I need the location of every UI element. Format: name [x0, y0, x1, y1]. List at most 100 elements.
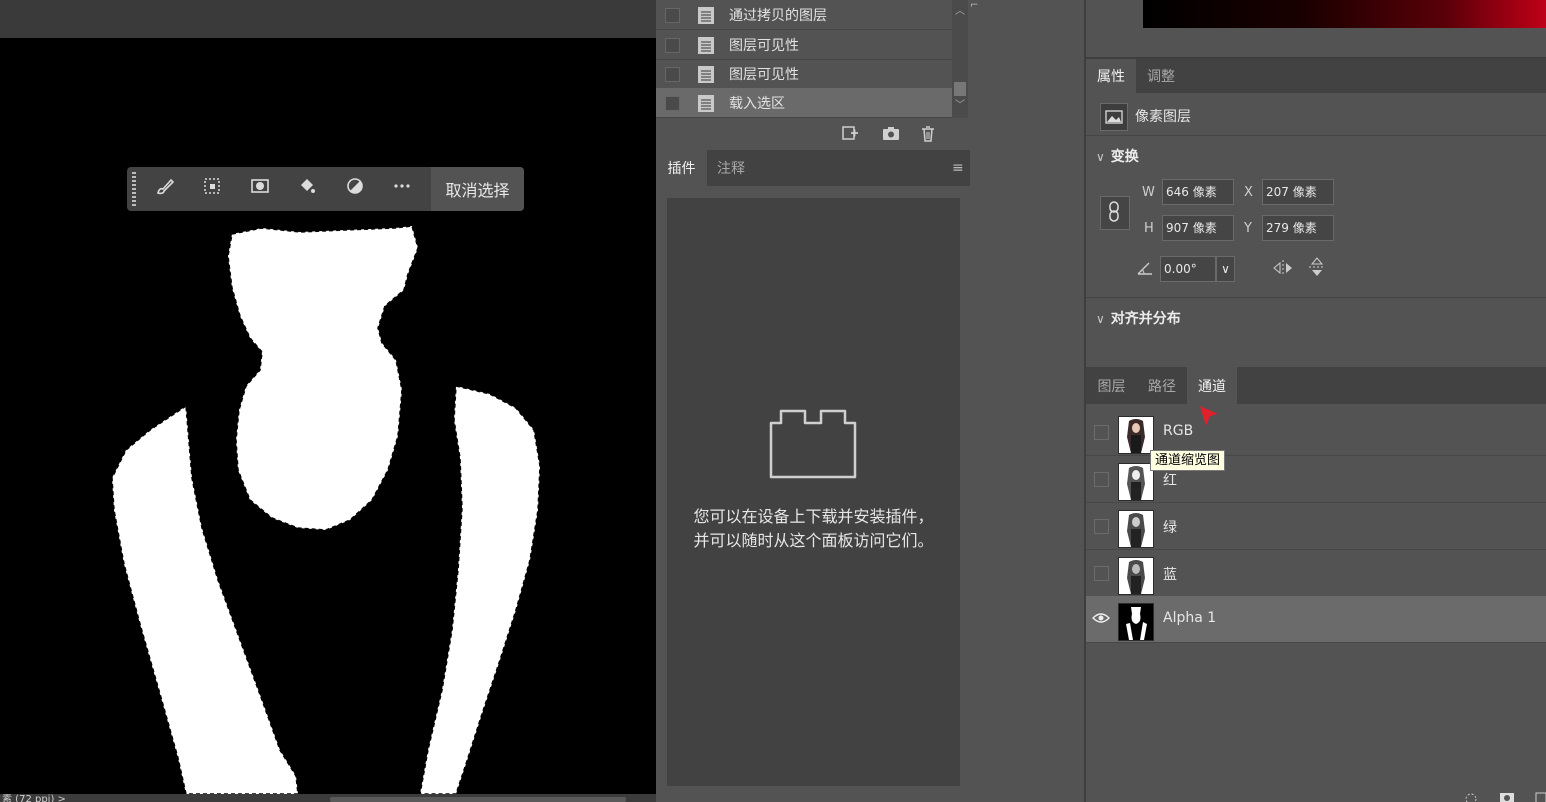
channel-name: Alpha 1 [1163, 610, 1217, 626]
align-section-header[interactable]: ∨ 对齐并分布 [1096, 308, 1181, 328]
history-item-label: 通过拷贝的图层 [729, 8, 827, 24]
chevron-down-icon: ∨ [1096, 150, 1105, 164]
channel-row-rgb[interactable]: RGB [1086, 409, 1546, 456]
history-state-icon [698, 7, 714, 24]
more-icon[interactable] [392, 176, 420, 202]
pixel-layer-icon [1100, 103, 1128, 131]
snapshot-camera-icon[interactable] [882, 125, 900, 141]
channels-tab-bar: 图层 路径 通道 [1086, 367, 1546, 404]
link-dimensions-button[interactable] [1100, 196, 1130, 230]
transform-selection-icon[interactable] [202, 176, 230, 202]
load-selection-icon [1465, 793, 1477, 802]
plugin-block-icon [769, 409, 857, 479]
history-state-icon [698, 37, 714, 54]
divider [1086, 135, 1546, 136]
channel-row-green[interactable]: 绿 [1086, 503, 1546, 550]
history-state-checkbox[interactable] [665, 38, 680, 53]
panel-gutter [970, 0, 1085, 802]
y-field[interactable]: 279 像素 [1262, 215, 1334, 241]
chevron-down-icon: ∨ [1096, 312, 1105, 326]
width-field[interactable]: 646 像素 [1162, 179, 1234, 205]
panel-menu-icon[interactable]: ≡ [952, 160, 964, 176]
selection-right-strap [419, 385, 541, 794]
tab-adjustments[interactable]: 调整 [1136, 59, 1186, 93]
angle-dropdown[interactable]: ∨ [1216, 256, 1235, 282]
angle-field[interactable]: 0.00° [1160, 256, 1216, 282]
channel-name: 红 [1163, 473, 1177, 489]
visibility-toggle[interactable] [1094, 472, 1109, 487]
channel-thumbnail[interactable] [1118, 557, 1154, 595]
color-ramp[interactable] [1143, 0, 1546, 28]
layer-type-label: 像素图层 [1135, 109, 1191, 125]
visibility-toggle[interactable] [1094, 519, 1109, 534]
tab-properties[interactable]: 属性 [1086, 59, 1136, 93]
canvas-horizontal-scrollbar[interactable] [330, 797, 626, 802]
channel-name: RGB [1163, 423, 1194, 439]
tab-layers[interactable]: 图层 [1086, 367, 1137, 404]
flip-horizontal-icon[interactable] [1272, 259, 1294, 277]
align-title: 对齐并分布 [1110, 311, 1181, 327]
new-document-from-state-icon[interactable] [841, 125, 859, 141]
channel-thumbnail[interactable] [1118, 463, 1154, 501]
history-scrollbar[interactable]: ︿ ﹀ [952, 0, 968, 118]
y-label: Y [1244, 221, 1252, 236]
history-item-label: 图层可见性 [729, 67, 799, 83]
x-label: X [1244, 185, 1253, 200]
document-status-text: 素 (72 ppi) > [2, 794, 66, 802]
width-label: W [1142, 185, 1155, 200]
tab-notes[interactable]: 注释 [707, 150, 755, 186]
history-item[interactable]: 图层可见性 [656, 30, 952, 60]
plugins-tab-bar: 插件 注释 [656, 150, 970, 186]
trash-icon[interactable] [920, 125, 936, 142]
transform-section-header[interactable]: ∨ 变换 [1096, 146, 1139, 166]
fill-bucket-icon[interactable] [297, 176, 325, 202]
angle-icon [1137, 262, 1152, 275]
invert-icon[interactable] [345, 176, 373, 202]
mouse-cursor-icon [1200, 406, 1218, 426]
divider [1086, 297, 1546, 298]
brush-icon[interactable] [155, 176, 183, 202]
history-item[interactable]: 图层可见性 [656, 59, 952, 89]
tab-channels[interactable]: 通道 [1187, 367, 1237, 404]
scroll-thumb[interactable] [954, 82, 966, 96]
tab-paths[interactable]: 路径 [1137, 367, 1187, 404]
drag-grip-icon[interactable] [132, 172, 136, 206]
collapse-arrow-icon[interactable]: ⌐ [970, 0, 978, 12]
history-item-selected[interactable]: 载入选区 [656, 88, 952, 118]
history-state-checkbox[interactable] [665, 67, 680, 82]
channel-row-alpha-1[interactable]: Alpha 1 [1086, 596, 1546, 643]
visibility-toggle[interactable] [1094, 566, 1109, 581]
history-item-label: 图层可见性 [729, 38, 799, 54]
properties-panel: 像素图层 ∨ 变换 W 646 像素 X 207 像素 H 907 像素 Y 27… [1086, 93, 1546, 365]
plugins-empty-message: 您可以在设备上下载并安装插件，并可以随时从这个面板访问它们。 [693, 507, 934, 550]
history-item[interactable]: 通过拷贝的图层 [656, 0, 952, 30]
x-field[interactable]: 207 像素 [1262, 179, 1334, 205]
deselect-button[interactable]: 取消选择 [431, 167, 524, 211]
tab-plugins[interactable]: 插件 [656, 150, 707, 186]
mask-icon[interactable] [250, 176, 278, 202]
channel-thumbnail[interactable] [1118, 510, 1154, 548]
flip-vertical-icon[interactable] [1308, 256, 1326, 278]
history-state-checkbox[interactable] [665, 96, 680, 111]
plugins-empty-state: 您可以在设备上下载并安装插件，并可以随时从这个面板访问它们。 [667, 198, 960, 786]
scroll-up-icon[interactable]: ︿ [955, 2, 965, 17]
history-state-icon [698, 95, 714, 112]
visibility-toggle[interactable] [1094, 425, 1109, 440]
selection-head-shape [227, 225, 419, 531]
channel-name: 蓝 [1163, 567, 1177, 583]
channels-footer-icons [1465, 792, 1546, 802]
channel-thumbnail[interactable] [1118, 603, 1154, 641]
chain-link-icon [1109, 201, 1119, 222]
eye-icon[interactable] [1092, 611, 1110, 625]
height-label: H [1144, 221, 1154, 236]
history-state-checkbox[interactable] [665, 8, 680, 23]
channel-name: 绿 [1163, 520, 1177, 536]
history-state-icon [698, 66, 714, 83]
history-footer [656, 118, 970, 148]
height-field[interactable]: 907 像素 [1162, 215, 1234, 241]
document-canvas[interactable]: 取消选择 [0, 38, 656, 794]
channel-row-blue[interactable]: 蓝 [1086, 550, 1546, 597]
new-channel-icon [1535, 792, 1546, 802]
scroll-down-icon[interactable]: ﹀ [955, 96, 965, 111]
channel-thumbnail[interactable] [1118, 416, 1154, 454]
